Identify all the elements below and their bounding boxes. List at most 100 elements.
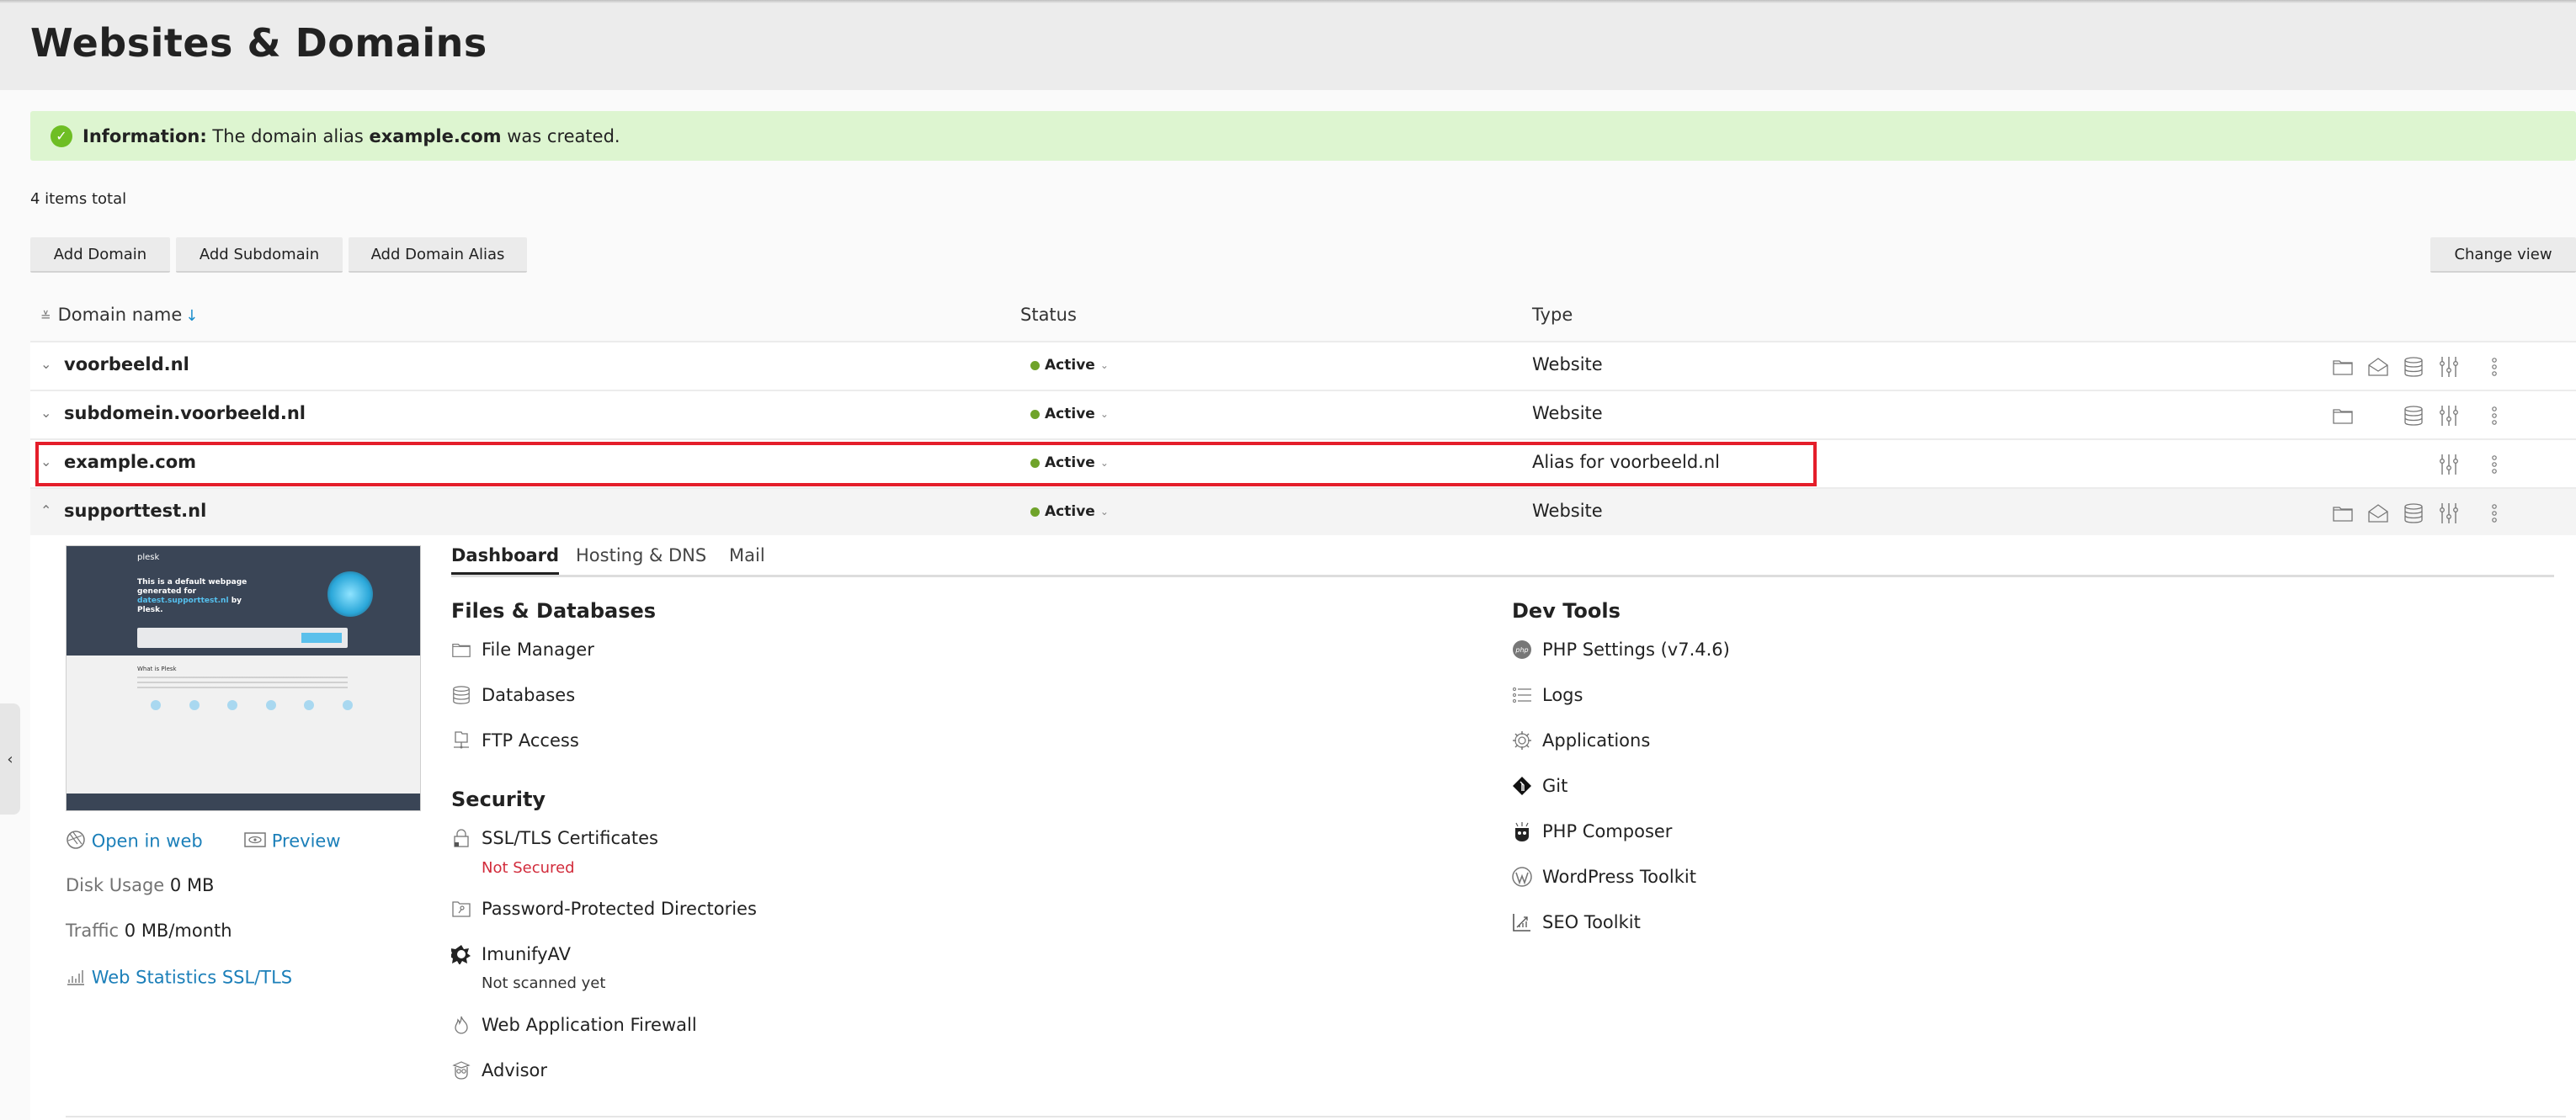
database-icon[interactable]	[2403, 502, 2424, 524]
globe-icon	[66, 830, 86, 854]
type-text: Alias for voorbeeld.nl	[1532, 452, 1720, 472]
message-domain: example.com	[369, 125, 502, 146]
imunifyav-link[interactable]: ImunifyAV	[451, 944, 571, 964]
settings-sliders-icon[interactable]	[2438, 454, 2460, 475]
more-options-icon[interactable]	[2483, 454, 2505, 475]
file-manager-link[interactable]: File Manager	[451, 640, 594, 660]
php-settings-label: PHP Settings (v7.4.6)	[1542, 640, 1730, 660]
seo-toolkit-link[interactable]: SEO Toolkit	[1512, 912, 1641, 932]
settings-sliders-icon[interactable]	[2438, 405, 2460, 427]
status-text: Active	[1045, 503, 1095, 520]
status-dot-icon	[1030, 458, 1040, 468]
chevron-up-icon[interactable]: ⌃	[40, 502, 51, 518]
domains-table: ⌄ voorbeeld.nl Active ⌄ Website ⌄ subdome…	[30, 341, 2576, 536]
table-row[interactable]: ⌄ subdomein.voorbeeld.nl Active ⌄ Website	[30, 390, 2576, 438]
panel-divider	[66, 1116, 2566, 1117]
preview-link[interactable]: Preview	[272, 831, 341, 852]
open-in-web-link[interactable]: Open in web	[92, 831, 203, 852]
domain-detail-panel: plesk This is a default webpage generate…	[30, 535, 2576, 1120]
top-shadow	[0, 0, 2576, 3]
table-row[interactable]: ⌄ voorbeeld.nl Active ⌄ Website	[30, 341, 2576, 390]
traffic: Traffic 0 MB/month	[66, 921, 232, 941]
web-statistics-link[interactable]: Web Statistics SSL/TLS	[92, 968, 292, 988]
site-links: Open in web Preview	[66, 830, 341, 854]
sidebar-toggle[interactable]: ‹	[0, 703, 20, 815]
tab-hosting-dns[interactable]: Hosting & DNS	[576, 545, 706, 572]
waf-label: Web Application Firewall	[482, 1015, 697, 1035]
git-link[interactable]: Git	[1512, 776, 1567, 796]
status-dropdown[interactable]: Active ⌄	[1030, 406, 1109, 422]
folder-icon[interactable]	[2332, 502, 2354, 524]
status-dot-icon	[1030, 409, 1040, 419]
table-row[interactable]: ⌃ supporttest.nl Active ⌄ Website	[30, 487, 2576, 536]
more-options-icon[interactable]	[2483, 405, 2505, 427]
sort-arrow-icon[interactable]: ↓	[185, 307, 198, 325]
folder-key-icon	[451, 899, 471, 919]
site-thumbnail[interactable]: plesk This is a default webpage generate…	[66, 545, 421, 811]
domain-name-link[interactable]: example.com	[64, 452, 196, 472]
type-text: Website	[1532, 403, 1603, 423]
thumbnail-icons	[151, 700, 353, 710]
domain-name-link[interactable]: supporttest.nl	[64, 501, 206, 521]
chevron-down-icon: ⌄	[1099, 359, 1109, 371]
wordpress-toolkit-link[interactable]: WordPress Toolkit	[1512, 867, 1696, 887]
status-dropdown[interactable]: Active ⌄	[1030, 503, 1109, 520]
advisor-link[interactable]: Advisor	[451, 1060, 547, 1080]
chevron-down-icon[interactable]: ⌄	[40, 405, 51, 421]
applications-label: Applications	[1542, 730, 1651, 751]
table-row[interactable]: ⌄ example.com Active ⌄ Alias for voorbeel…	[30, 438, 2576, 487]
applications-link[interactable]: Applications	[1512, 730, 1650, 751]
folder-icon[interactable]	[2332, 405, 2354, 427]
php-composer-label: PHP Composer	[1542, 821, 1673, 841]
bar-chart-icon	[66, 966, 86, 990]
expand-all-icon[interactable]: ≚	[40, 309, 51, 324]
domain-name-header[interactable]: Domain name	[58, 305, 183, 325]
mail-icon[interactable]	[2367, 356, 2389, 378]
advisor-label: Advisor	[482, 1060, 548, 1080]
settings-sliders-icon[interactable]	[2438, 356, 2460, 378]
php-settings-link[interactable]: php PHP Settings (v7.4.6)	[1512, 640, 1730, 660]
traffic-label: Traffic	[66, 921, 120, 941]
column-domain-name[interactable]: ≚ Domain name ↓	[40, 305, 198, 325]
status-dropdown[interactable]: Active ⌄	[1030, 357, 1109, 374]
chevron-down-icon[interactable]: ⌄	[40, 454, 51, 470]
php-composer-link[interactable]: PHP Composer	[1512, 821, 1672, 841]
imunify-status: Not scanned yet	[482, 974, 606, 992]
change-view-button[interactable]: Change view	[2430, 237, 2576, 273]
list-icon	[1512, 685, 1532, 705]
add-subdomain-button[interactable]: Add Subdomain	[176, 237, 343, 273]
chevron-down-icon[interactable]: ⌄	[40, 356, 51, 372]
password-protected-dirs-label: Password-Protected Directories	[482, 899, 757, 919]
detail-tabs: Dashboard Hosting & DNS Mail	[451, 545, 2554, 577]
database-icon[interactable]	[2403, 405, 2424, 427]
thumbnail-headline-domain: datest.supporttest.nl	[137, 597, 229, 605]
ssl-certificates-link[interactable]: SSL/TLS Certificates	[451, 828, 658, 848]
seo-toolkit-label: SEO Toolkit	[1542, 912, 1641, 932]
settings-sliders-icon[interactable]	[2438, 502, 2460, 524]
ssl-status: Not Secured	[482, 859, 575, 877]
tab-dashboard[interactable]: Dashboard	[451, 545, 560, 575]
composer-icon	[1512, 821, 1532, 841]
add-domain-button[interactable]: Add Domain	[30, 237, 170, 273]
mail-icon[interactable]	[2367, 502, 2389, 524]
database-icon[interactable]	[2403, 356, 2424, 378]
waf-link[interactable]: Web Application Firewall	[451, 1015, 697, 1035]
domain-name-link[interactable]: subdomein.voorbeeld.nl	[64, 403, 306, 423]
status-dropdown[interactable]: Active ⌄	[1030, 454, 1109, 471]
status-dot-icon	[1030, 507, 1040, 517]
password-protected-dirs-link[interactable]: Password-Protected Directories	[451, 899, 757, 919]
chevron-left-icon[interactable]: ‹	[7, 751, 13, 768]
seo-chart-icon	[1512, 912, 1532, 932]
databases-link[interactable]: Databases	[451, 685, 575, 705]
ftp-access-link[interactable]: FTP Access	[451, 730, 579, 751]
thumbnail-section: What is Plesk	[137, 666, 177, 672]
column-status[interactable]: Status	[1020, 305, 1077, 325]
tab-mail[interactable]: Mail	[729, 545, 765, 572]
logs-link[interactable]: Logs	[1512, 685, 1583, 705]
domain-name-link[interactable]: voorbeeld.nl	[64, 354, 189, 374]
column-type[interactable]: Type	[1532, 305, 1573, 325]
more-options-icon[interactable]	[2483, 502, 2505, 524]
folder-icon[interactable]	[2332, 356, 2354, 378]
add-domain-alias-button[interactable]: Add Domain Alias	[349, 237, 527, 273]
more-options-icon[interactable]	[2483, 356, 2505, 378]
